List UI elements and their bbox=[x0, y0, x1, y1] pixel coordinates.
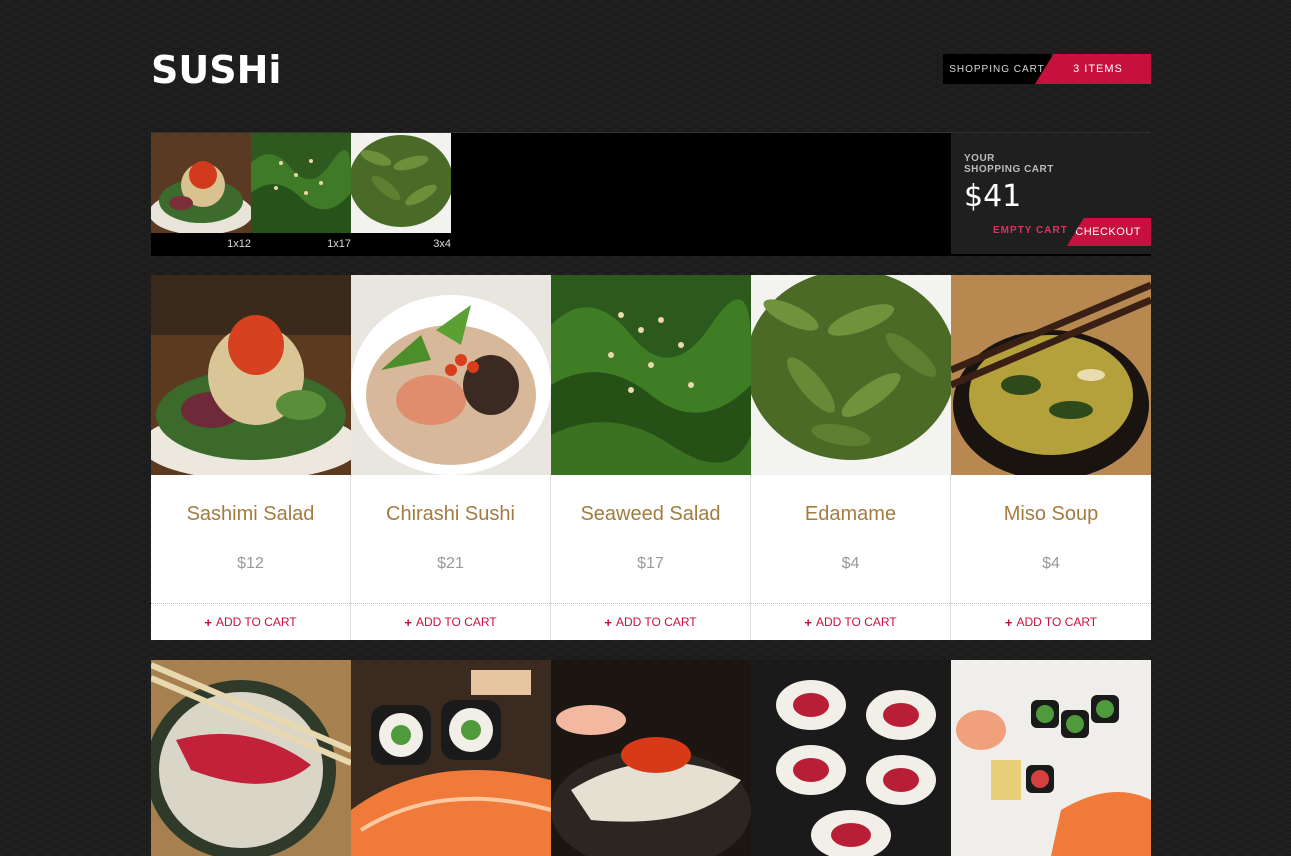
product-name: Edamame bbox=[804, 503, 897, 525]
product-card: Chirashi Sushi $21 + ADD TO CART bbox=[351, 275, 551, 640]
tuna-nigiri-image[interactable] bbox=[151, 660, 351, 856]
cart-total: $41 bbox=[964, 179, 1022, 214]
cart-item[interactable]: 1x17 bbox=[251, 133, 351, 254]
product-name: Miso Soup bbox=[1003, 503, 1099, 525]
product-card: Edamame $4 + ADD TO CART bbox=[751, 275, 951, 640]
product-name: Sashimi Salad bbox=[186, 503, 315, 525]
sashimi-salad-thumbnail bbox=[149, 133, 253, 235]
cart-items-list: 1x12 1x17 3x4 bbox=[149, 133, 453, 254]
product-card bbox=[151, 660, 351, 856]
plus-icon: + bbox=[204, 614, 212, 630]
chirashi-sushi-image[interactable] bbox=[351, 275, 551, 475]
logo[interactable]: SUSHi bbox=[151, 48, 282, 92]
product-price: $12 bbox=[237, 555, 264, 572]
cart-item-qty: 1x12 bbox=[227, 238, 251, 250]
add-to-cart-button[interactable]: + ADD TO CART bbox=[551, 603, 750, 640]
cart-tab-label: SHOPPING CART bbox=[943, 54, 1051, 84]
add-to-cart-button[interactable]: + ADD TO CART bbox=[951, 603, 1151, 640]
cart-bar: 1x12 1x17 3x4 YOUR SHOPPING CART $41 EMP… bbox=[149, 132, 1151, 256]
plus-icon: + bbox=[804, 614, 812, 630]
miso-soup-image[interactable] bbox=[951, 275, 1151, 475]
checkout-button[interactable]: CHECKOUT bbox=[1067, 218, 1151, 246]
product-card bbox=[551, 660, 751, 856]
product-name: Seaweed Salad bbox=[580, 503, 721, 525]
plus-icon: + bbox=[604, 614, 612, 630]
salmon-maki-image[interactable] bbox=[351, 660, 551, 856]
product-card: Sashimi Salad $12 + ADD TO CART bbox=[151, 275, 351, 640]
product-price: $4 bbox=[1042, 555, 1060, 572]
product-price: $17 bbox=[637, 555, 664, 572]
product-card bbox=[951, 660, 1151, 856]
plus-icon: + bbox=[1004, 614, 1013, 630]
sashimi-salad-image[interactable] bbox=[151, 275, 351, 475]
product-card: Miso Soup $4 + ADD TO CART bbox=[951, 275, 1151, 640]
empty-cart-button[interactable]: EMPTY CART bbox=[993, 225, 1068, 236]
seaweed-salad-thumbnail bbox=[251, 133, 351, 233]
seaweed-salad-image[interactable] bbox=[551, 275, 751, 475]
shopping-cart-tab[interactable]: SHOPPING CART 3 ITEMS bbox=[943, 54, 1151, 84]
product-price: $4 bbox=[841, 555, 860, 572]
tuna-maki-image[interactable] bbox=[751, 660, 951, 856]
cart-item[interactable]: 3x4 bbox=[349, 133, 453, 254]
logo-text: SUSHi bbox=[151, 48, 282, 92]
add-to-cart-button[interactable]: + ADD TO CART bbox=[151, 603, 350, 640]
product-card bbox=[351, 660, 551, 856]
product-card bbox=[751, 660, 951, 856]
add-to-cart-button[interactable]: + ADD TO CART bbox=[751, 603, 950, 640]
cart-summary: YOUR SHOPPING CART $41 EMPTY CART CHECKO… bbox=[951, 133, 1151, 254]
product-grid: Sashimi Salad $12 + ADD TO CART Chirashi… bbox=[151, 275, 1151, 640]
edamame-image[interactable] bbox=[751, 275, 951, 475]
product-grid-row-2 bbox=[151, 660, 1151, 856]
product-card: Seaweed Salad $17 + ADD TO CART bbox=[551, 275, 751, 640]
product-price: $21 bbox=[437, 555, 464, 572]
cart-item[interactable]: 1x12 bbox=[149, 133, 253, 254]
plus-icon: + bbox=[404, 614, 412, 630]
cart-item-qty: 1x17 bbox=[327, 238, 351, 250]
sushi-platter-image[interactable] bbox=[951, 660, 1151, 856]
cart-item-qty: 3x4 bbox=[433, 238, 451, 250]
add-to-cart-button[interactable]: + ADD TO CART bbox=[351, 603, 550, 640]
cart-item-count: 3 ITEMS bbox=[1035, 54, 1151, 84]
product-name: Chirashi Sushi bbox=[386, 503, 515, 525]
edamame-thumbnail bbox=[349, 133, 453, 233]
cart-summary-title: YOUR SHOPPING CART bbox=[964, 153, 1054, 175]
roe-nigiri-image[interactable] bbox=[551, 660, 751, 856]
